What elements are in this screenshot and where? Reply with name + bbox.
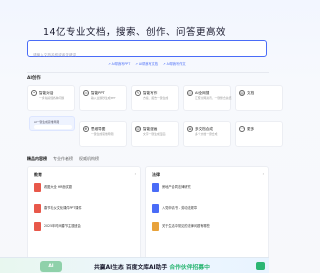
mindmap-icon: ⊕ bbox=[83, 126, 89, 132]
card-title: 智能写作 bbox=[143, 90, 158, 95]
card-smart-ppt[interactable]: ▭ 智能PPT 输入主题秒生成PPT bbox=[79, 85, 127, 111]
card-title: 更多 bbox=[247, 126, 255, 131]
comic-icon: ☺ bbox=[135, 126, 141, 132]
card-doc[interactable]: ▤ 文档 bbox=[235, 85, 283, 111]
doc-name: 2025年时间春节主题班会 bbox=[44, 223, 81, 228]
mindmap-banner[interactable]: AI一键生成思维导图 bbox=[29, 116, 75, 131]
globe-icon: ◎ bbox=[187, 90, 193, 96]
doc-name: 房地产合同法律研究 bbox=[162, 184, 191, 189]
list-item[interactable]: 关于生活中常见的法律问题有哪些 bbox=[152, 222, 257, 231]
more-icon: ⋯ bbox=[239, 126, 245, 132]
list-item[interactable]: 春节礼仪文化课件PPT课件 bbox=[34, 204, 139, 213]
list-item[interactable]: 看图大全 HR面试题 bbox=[34, 183, 139, 192]
ai-logo-icon: AI bbox=[40, 261, 62, 272]
search-box[interactable] bbox=[27, 40, 267, 63]
card-more[interactable]: ⋯ 更多 bbox=[235, 121, 283, 147]
doc-thumb-icon bbox=[152, 222, 159, 231]
merge-icon: ⧉ bbox=[187, 126, 193, 132]
doc-name: 入党申请书 - 劳动法规章 bbox=[162, 205, 198, 210]
card-title: AI全网搜 bbox=[195, 90, 210, 95]
banner-input bbox=[34, 125, 72, 129]
card-title: 智能PPT bbox=[91, 90, 105, 95]
arrow-button-icon[interactable] bbox=[256, 262, 265, 270]
doc-name: 关于生活中常见的法律问题有哪些 bbox=[162, 223, 210, 228]
doc-thumb-icon bbox=[152, 183, 159, 192]
doc-name: 春节礼仪文化课件PPT课件 bbox=[44, 205, 82, 210]
card-title: 智能漫画 bbox=[143, 126, 158, 131]
chat-icon: • bbox=[31, 90, 37, 96]
panel-title: 教育 bbox=[34, 172, 42, 177]
card-title: 多文档合成 bbox=[195, 126, 213, 131]
panel-title: 法律 bbox=[152, 172, 160, 177]
card-desc: 多个文档一键合成 bbox=[195, 132, 218, 136]
card-title: 思维导图 bbox=[91, 126, 106, 131]
card-mindmap[interactable]: ⊕ 思维导图 一键生成思维导图 bbox=[79, 121, 127, 147]
card-smart-chat[interactable]: • 智能对话 一步先搞懂各种问题 bbox=[27, 85, 75, 111]
card-ai-search[interactable]: ◎ AI全网搜 汇聚全网资讯，一键整合总结 bbox=[183, 85, 231, 111]
chip-essay[interactable]: ↗AI帮我写作文 bbox=[163, 61, 186, 67]
doc-thumb-icon bbox=[34, 222, 41, 231]
card-desc: 一键生成思维导图 bbox=[91, 132, 114, 136]
chevron-right-icon[interactable]: › bbox=[135, 172, 136, 176]
chip-ppt[interactable]: ↗AI帮我写PPT bbox=[108, 61, 130, 67]
tab-institutions[interactable]: 权威机构榜 bbox=[79, 156, 99, 162]
card-desc: 文字一键生成漫画 bbox=[143, 132, 166, 136]
tab-quality-content[interactable]: 精品内容榜 bbox=[27, 156, 47, 162]
divider bbox=[27, 72, 269, 73]
card-smart-write[interactable]: ✎ 智能写作 方案、报告一键生成 bbox=[131, 85, 179, 111]
card-desc: 方案、报告一键生成 bbox=[143, 96, 169, 100]
ppt-icon: ▭ bbox=[83, 90, 89, 96]
pen-icon: ✎ bbox=[135, 90, 141, 96]
tab-pro-authors[interactable]: 专业作者榜 bbox=[53, 156, 73, 162]
card-title: 智能对话 bbox=[39, 90, 54, 95]
panel-education: 教育 › 看图大全 HR面试题 春节礼仪文化课件PPT课件 2025年时间春节主… bbox=[27, 166, 141, 266]
list-item[interactable]: 入党申请书 - 劳动法规章 bbox=[152, 204, 257, 213]
card-desc: 汇聚全网资讯，一键整合总结 bbox=[195, 96, 232, 100]
card-title: 文档 bbox=[247, 90, 255, 95]
chevron-right-icon[interactable]: › bbox=[263, 172, 264, 176]
doc-name: 看图大全 HR面试题 bbox=[44, 184, 72, 189]
doc-thumb-icon bbox=[152, 204, 159, 213]
panel-law: 法律 › 房地产合同法律研究 入党申请书 - 劳动法规章 关于生活中常见的法律问… bbox=[145, 166, 269, 266]
doc-icon: ▤ bbox=[239, 90, 245, 96]
card-comic[interactable]: ☺ 智能漫画 文字一键生成漫画 bbox=[131, 121, 179, 147]
banner-text: AI一键生成思维导图 bbox=[34, 120, 60, 124]
quick-chips: ↗AI帮我写PPT ↗AI帮我写文档 ↗AI帮我写作文 bbox=[108, 61, 269, 67]
doc-thumb-icon bbox=[34, 204, 41, 213]
hero-title: 14亿专业文档，搜索、创作、问答更高效 bbox=[42, 27, 227, 38]
card-merge[interactable]: ⧉ 多文档合成 多个文档一键合成 bbox=[183, 121, 231, 147]
ai-create-title: AI创作 bbox=[27, 76, 41, 81]
card-desc: 输入主题秒生成PPT bbox=[91, 96, 116, 100]
doc-thumb-icon bbox=[34, 183, 41, 192]
list-item[interactable]: 房地产合同法律研究 bbox=[152, 183, 257, 192]
chip-doc[interactable]: ↗AI帮我写文档 bbox=[135, 61, 158, 67]
card-desc: 一步先搞懂各种问题 bbox=[39, 96, 65, 100]
list-item[interactable]: 2025年时间春节主题班会 bbox=[34, 222, 139, 231]
partner-banner[interactable]: AI 共赢AI生态 百度文库AI助手 合作伙伴招募中 bbox=[0, 257, 269, 273]
partner-text: 共赢AI生态 百度文库AI助手 合作伙伴招募中 bbox=[94, 265, 210, 271]
rank-tabs: 精品内容榜 专业作者榜 权威机构榜 bbox=[27, 156, 99, 162]
